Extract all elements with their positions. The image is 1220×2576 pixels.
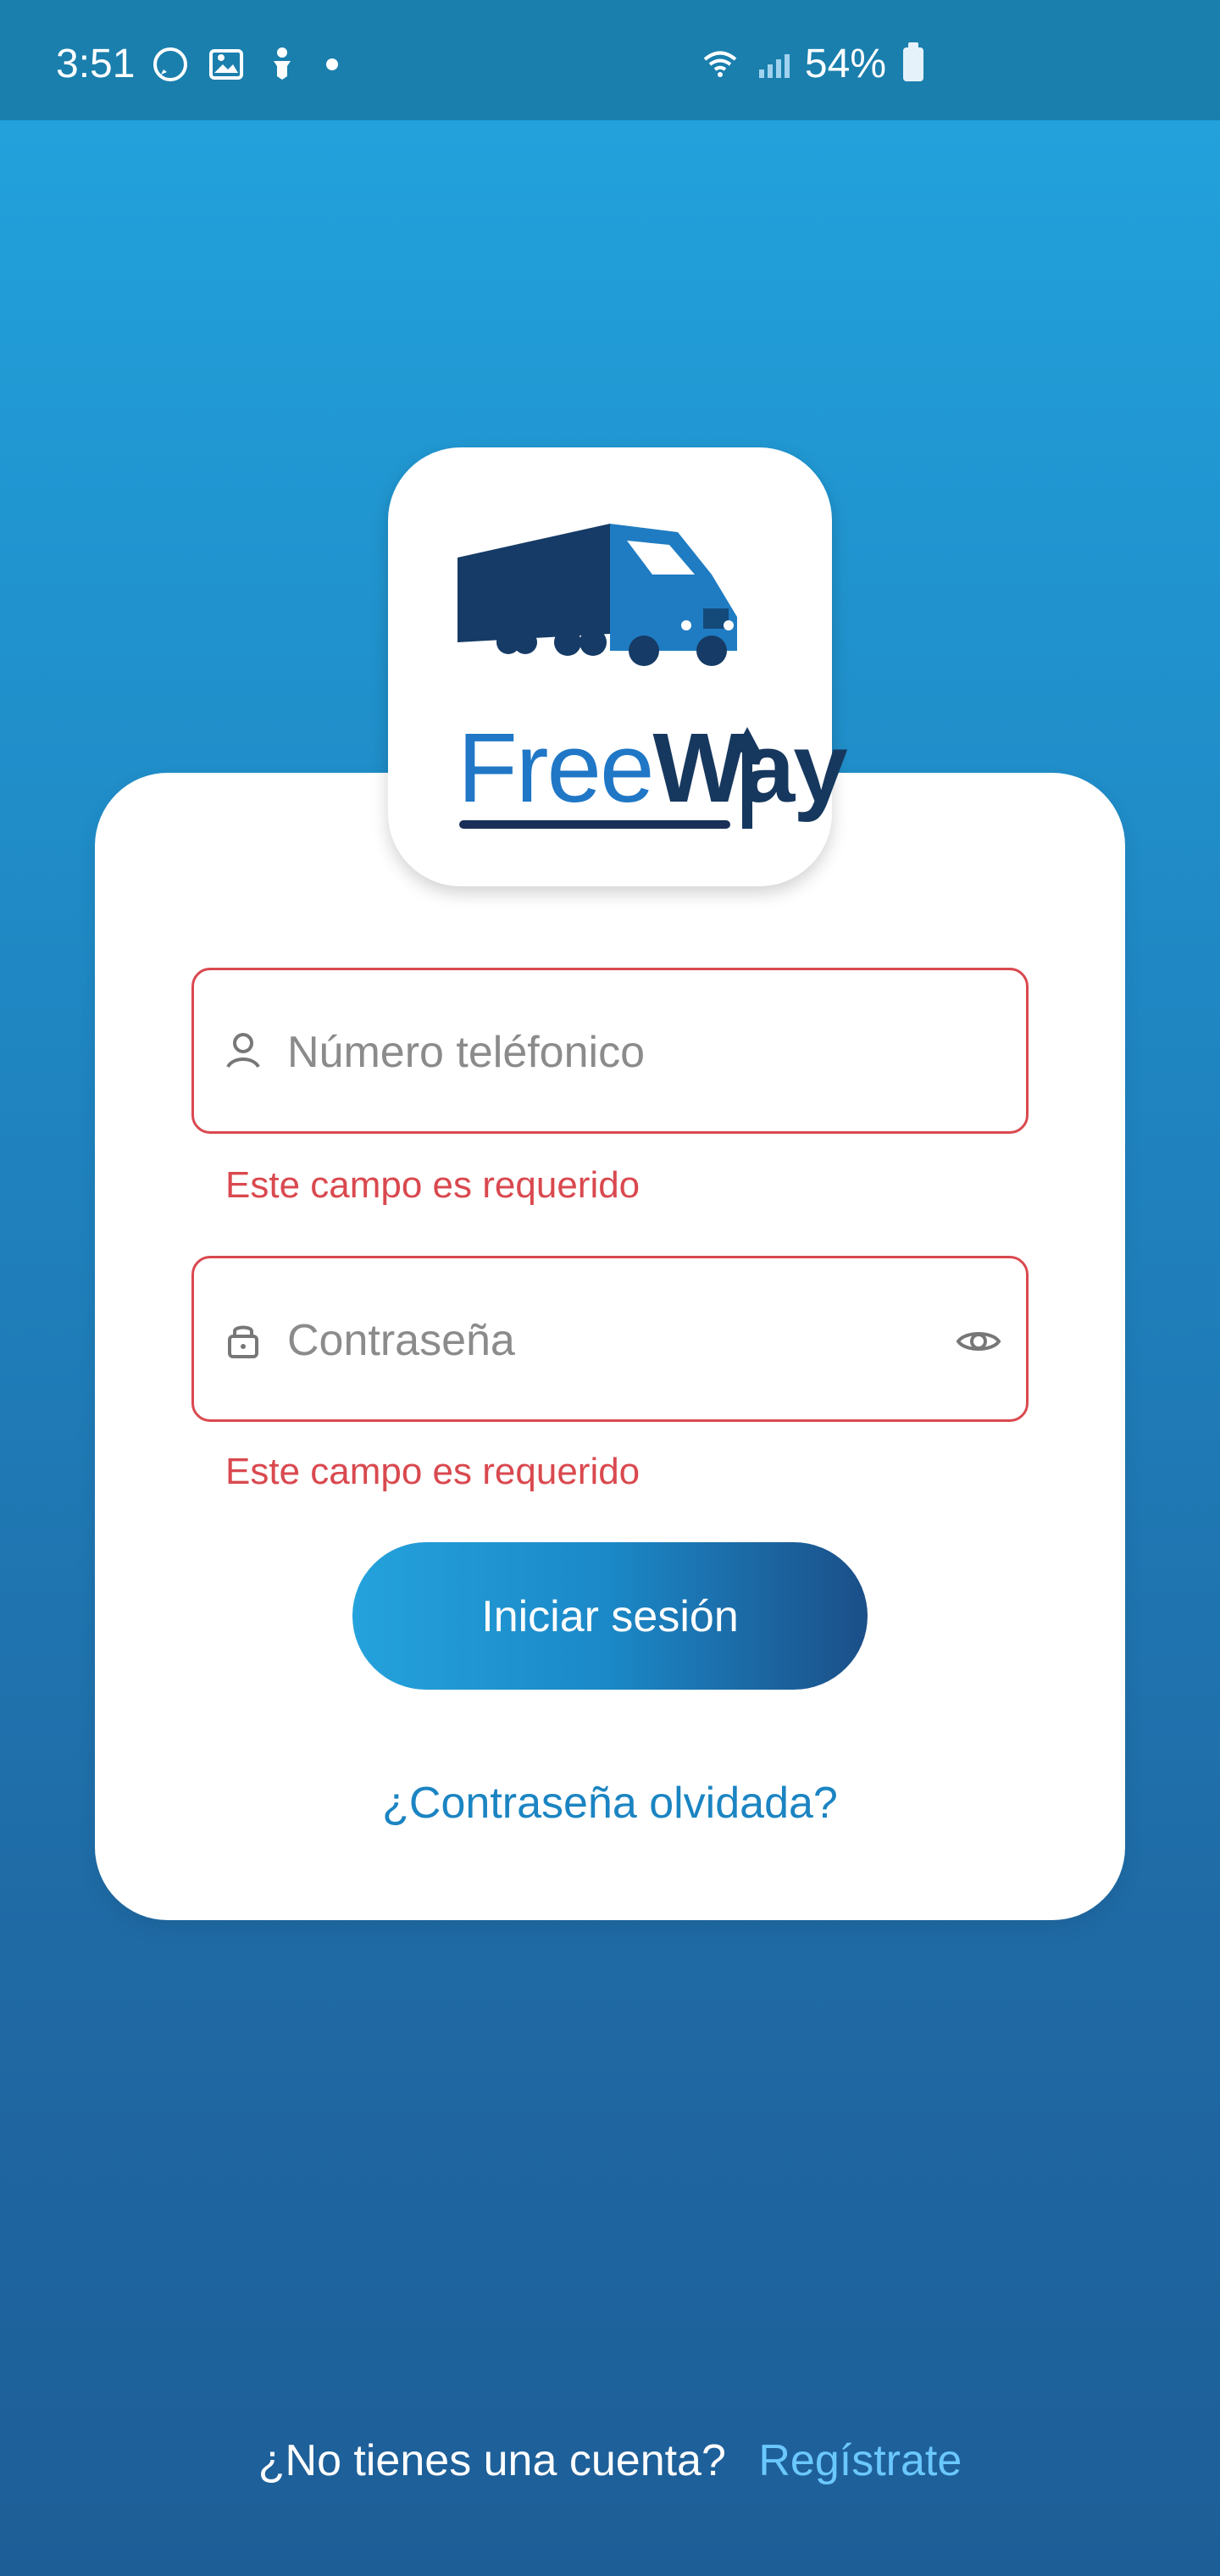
brand-free: Free	[458, 713, 655, 823]
battery-icon	[903, 42, 923, 81]
password-error-text: Este campo es requerido	[225, 1451, 640, 1492]
status-time: 3:51	[56, 42, 136, 86]
login-button[interactable]: Iniciar sesión	[352, 1542, 868, 1690]
status-right: 54%	[700, 42, 923, 86]
truck-logo-icon	[458, 524, 737, 666]
wifi-icon	[700, 44, 740, 85]
user-icon	[219, 1028, 267, 1075]
brand-underline	[459, 820, 730, 829]
show-password-icon[interactable]	[955, 1318, 1002, 1365]
password-input[interactable]	[286, 1297, 933, 1384]
no-account-text: ¿No tienes una cuenta?	[258, 2436, 726, 2485]
notification-dot	[326, 58, 339, 70]
status-bar: 3:51 54%	[0, 0, 1220, 120]
image-icon	[206, 44, 247, 85]
app-logo-tile: FreeWay	[388, 447, 848, 886]
register-prompt: ¿No tienes una cuenta? Regístrate	[0, 2435, 1220, 2486]
status-left: 3:51	[56, 42, 339, 86]
phone-input[interactable]	[286, 1009, 933, 1096]
phone-input-field[interactable]	[191, 968, 1029, 1134]
signal-icon	[752, 44, 793, 85]
battery-percent: 54%	[804, 42, 886, 86]
register-link[interactable]: Regístrate	[758, 2436, 962, 2485]
password-input-field[interactable]	[191, 1256, 1029, 1422]
brand-arrow-icon	[734, 727, 761, 829]
whatsapp-icon	[150, 44, 191, 85]
lock-icon	[219, 1316, 267, 1363]
phone-error-text: Este campo es requerido	[225, 1164, 640, 1206]
forgot-password-link[interactable]: ¿Contraseña olvidada?	[0, 1778, 1220, 1829]
brand-wordmark: FreeWay	[458, 719, 848, 817]
accessibility-icon	[262, 44, 302, 85]
